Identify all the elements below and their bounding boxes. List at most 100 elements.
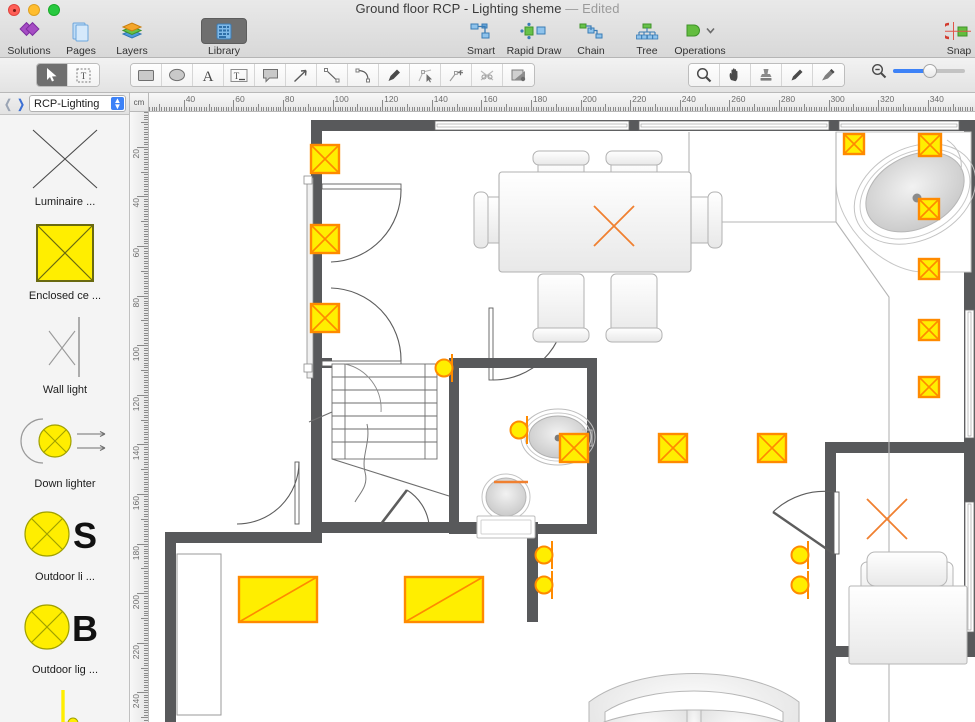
toolbar-label-chain: Chain	[577, 45, 605, 57]
enclosed-ceiling-luminaire[interactable]	[309, 302, 341, 334]
wall-light[interactable]	[534, 571, 554, 599]
library-item-wall-light[interactable]: Wall light	[0, 311, 129, 396]
toolbar-button-library[interactable]: Library	[195, 18, 253, 57]
ruler-tick	[144, 136, 148, 138]
toolbar-button-chain[interactable]: Chain	[562, 18, 620, 57]
ruler-tick	[144, 553, 148, 555]
ruler-tick	[890, 107, 892, 111]
text-select-tool[interactable]: T	[68, 64, 99, 86]
ruler-tick	[144, 337, 148, 339]
eyedropper-tool[interactable]	[782, 64, 813, 86]
ruler-tick	[144, 278, 148, 280]
toolbar-button-layers[interactable]: Layers	[103, 18, 161, 57]
luminaire-mark[interactable]	[866, 498, 908, 540]
ruler-tick	[144, 481, 148, 483]
ellipse-tool[interactable]	[162, 64, 193, 86]
line-tool[interactable]	[317, 64, 348, 86]
ruler-tick	[144, 635, 148, 637]
library-item-enclosed-ceiling[interactable]: Enclosed ce ...	[0, 217, 129, 302]
hand-tool[interactable]	[720, 64, 751, 86]
wall-light[interactable]	[790, 571, 810, 599]
library-item-down-lighter[interactable]: Down lighter	[0, 405, 129, 490]
ruler-tick	[803, 104, 805, 111]
fluorescent-fixtures[interactable]	[237, 575, 485, 624]
library-item-outdoor-light-s[interactable]: S Outdoor li ...	[0, 498, 129, 583]
wall-lights[interactable]	[434, 354, 810, 599]
chevron-right-icon[interactable]: ❭	[16, 97, 26, 111]
library-item-bollard-light[interactable]	[0, 683, 129, 722]
ruler-tick	[144, 372, 148, 374]
ruler-tick	[144, 236, 148, 237]
ruler-tick	[369, 107, 371, 111]
fluorescent-luminaire[interactable]	[237, 575, 319, 624]
stamp-tool[interactable]	[751, 64, 782, 86]
ruler-tick	[263, 107, 265, 111]
drawing-canvas[interactable]	[149, 112, 975, 722]
enclosed-ceiling-luminaire[interactable]	[917, 257, 941, 281]
fluorescent-luminaire[interactable]	[403, 575, 485, 624]
enclosed-ceiling-luminaire[interactable]	[657, 432, 689, 464]
library-item-luminaire[interactable]: Luminaire ...	[0, 123, 129, 208]
library-set-selector[interactable]: RCP-Lighting ▲ ▼	[29, 95, 126, 112]
enclosed-ceiling-luminaire[interactable]	[309, 223, 341, 255]
down-lighter-icon	[0, 405, 129, 477]
zoom-out-icon[interactable]	[871, 63, 887, 79]
ground-floor-reflected-ceiling-plan[interactable]	[149, 112, 975, 722]
arc-tool[interactable]	[348, 64, 379, 86]
toolbar-button-pages[interactable]: Pages	[52, 18, 110, 57]
callout-tool[interactable]	[255, 64, 286, 86]
zoom-slider-knob[interactable]	[923, 64, 937, 78]
zoom-slider-track[interactable]	[893, 64, 965, 78]
zoom-slider-control[interactable]	[871, 63, 965, 79]
enclosed-ceiling-luminaire[interactable]	[917, 318, 941, 342]
ruler-tick	[721, 107, 723, 111]
workspace: ❬ ❭ RCP-Lighting ▲ ▼ Luminaire ... Enclo…	[0, 93, 975, 722]
enclosed-ceiling-luminaire[interactable]	[917, 375, 941, 399]
zoom-tool[interactable]	[689, 64, 720, 86]
stepper-icon[interactable]: ▲ ▼	[111, 97, 124, 111]
enclosed-ceiling-luminaire[interactable]	[558, 432, 590, 464]
shadow-tool[interactable]	[503, 64, 534, 86]
horizontal-ruler[interactable]: 40 60 80 100 120 140 160 180 200 220 240 260 280 300 3…	[149, 93, 975, 112]
toolbar-button-rapid-draw[interactable]: Rapid Draw	[505, 18, 563, 57]
ruler-tick	[816, 107, 818, 111]
enclosed-ceiling-luminaire[interactable]	[917, 132, 943, 158]
wall-light[interactable]	[534, 541, 554, 569]
toolbar-button-smart[interactable]: Smart	[452, 18, 510, 57]
ruler-tick	[193, 107, 195, 111]
text-tool[interactable]: A	[193, 64, 224, 86]
wall-light[interactable]	[790, 541, 810, 569]
library-items-list[interactable]: Luminaire ... Enclosed ce ... Wall light…	[0, 115, 129, 722]
enclosed-ceiling-luminaire[interactable]	[917, 197, 941, 221]
ruler-tick	[650, 107, 651, 111]
pointer-tool[interactable]	[37, 64, 68, 86]
ruler-tick	[669, 107, 671, 111]
arrow-tool[interactable]	[286, 64, 317, 86]
vertical-ruler[interactable]: 20406080100120140160180200220240260280	[130, 112, 149, 722]
paintbrush-tool[interactable]	[813, 64, 844, 86]
pen-tool[interactable]	[379, 64, 410, 86]
ruler-tick	[144, 558, 148, 560]
toolbar-button-solutions[interactable]: Solutions	[0, 18, 58, 57]
ruler-tick	[878, 100, 880, 111]
ruler-tick	[233, 100, 235, 111]
ruler-tick	[734, 107, 736, 111]
ruler-tick	[144, 605, 148, 607]
enclosed-ceiling-luminaire[interactable]	[309, 143, 341, 175]
ruler-tick	[776, 107, 778, 111]
ruler-tick	[144, 188, 148, 190]
rectangle-tool[interactable]	[131, 64, 162, 86]
enclosed-ceiling-luminaire[interactable]	[756, 432, 788, 464]
ruler-tick	[144, 322, 148, 324]
delete-node-tool[interactable]	[472, 64, 503, 86]
enclosed-ceiling-luminaire[interactable]	[842, 132, 866, 156]
ruler-unit-label[interactable]: cm	[130, 93, 149, 112]
edit-node-tool[interactable]	[410, 64, 441, 86]
chevron-left-icon[interactable]: ❬	[3, 97, 13, 111]
toolbar-button-operations[interactable]: Operations	[668, 18, 732, 57]
toolbar-button-snap[interactable]: Snap	[930, 18, 975, 57]
add-node-tool[interactable]	[441, 64, 472, 86]
library-item-outdoor-light-b[interactable]: B Outdoor lig ...	[0, 591, 129, 676]
ruler-tick	[540, 107, 542, 111]
text-box-tool[interactable]: T	[224, 64, 255, 86]
